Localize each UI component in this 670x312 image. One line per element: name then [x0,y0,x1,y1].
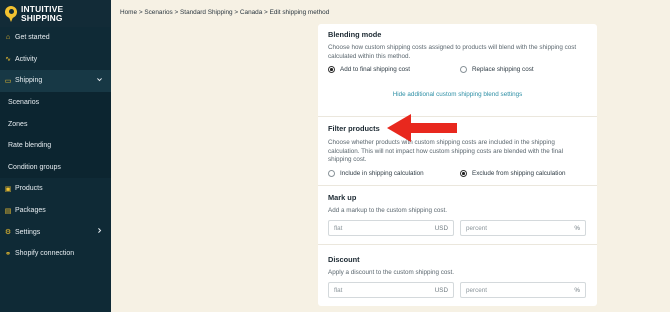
section-title: Discount [328,255,360,264]
sidebar-item-label: Settings [15,228,41,236]
discount-section: Discount Apply a discount to the custom … [328,255,587,278]
section-title: Mark up [328,193,357,202]
truck-icon: ▭ [4,77,12,85]
radio-add-to-final[interactable]: Add to final shipping cost [328,66,411,74]
gear-icon: ⚙ [4,229,12,237]
input-suffix: % [574,286,580,294]
radio-unchecked-icon[interactable] [328,169,335,177]
sidebar-item-products[interactable]: ▣ Products [0,178,111,200]
input-suffix: % [574,224,580,232]
section-description: Apply a discount to the custom shipping … [328,269,455,276]
sidebar-item-label: Products [15,185,43,193]
radio-replace-shipping[interactable]: Replace shipping cost [460,66,534,74]
location-pin-icon [5,5,17,22]
chevron-right-icon [96,227,103,234]
sidebar-item-packages[interactable]: ▤ Packages [0,200,111,222]
home-icon: ⌂ [5,34,11,42]
input-placeholder: percent [466,224,488,232]
sidebar-item-scenarios[interactable]: Scenarios [0,91,111,114]
breadcrumb[interactable]: Home > Scenarios > Standard Shipping > C… [120,9,329,16]
sidebar-item-label: Zones [8,120,28,128]
logo[interactable]: INTUITIVE SHIPPING [0,0,111,27]
divider [318,244,597,245]
input-suffix: USD [434,286,448,294]
sidebar-item-label: Scenarios [8,99,40,107]
markup-section: Mark up Add a markup to the custom shipp… [328,193,587,216]
sidebar-item-shipping[interactable]: ▭ Shipping [0,70,111,92]
sidebar-item-get-started[interactable]: ⌂ Get started [0,27,111,49]
discount-percent-input[interactable]: percent % [460,282,586,298]
red-arrow-annotation-icon [387,114,457,142]
sidebar-item-label: Packages [15,207,46,215]
sidebar-item-rate-blending[interactable]: Rate blending [0,134,111,157]
brand-name: INTUITIVE SHIPPING [21,5,63,22]
radio-exclude-from-calculation[interactable]: Exclude from shipping calculation [460,169,566,177]
radio-unchecked-icon[interactable] [460,66,467,74]
radio-checked-icon[interactable] [328,66,335,74]
sidebar-item-condition-groups[interactable]: Condition groups [0,156,111,179]
sidebar-nav: ⌂ Get started ∿ Activity ▭ Shipping Scen… [0,27,111,265]
sidebar-item-label: Get started [15,34,50,42]
sidebar-item-settings[interactable]: ⚙ Settings [0,221,111,243]
sidebar-item-label: Activity [15,55,38,63]
section-title: Blending mode [328,30,382,39]
discount-flat-input[interactable]: flat USD [328,282,454,298]
section-description: Choose how custom shipping costs assigne… [328,44,577,60]
box-icon: ▣ [4,185,12,193]
input-placeholder: percent [466,286,488,294]
sidebar-item-activity[interactable]: ∿ Activity [0,49,111,71]
radio-label: Exclude from shipping calculation [472,169,566,177]
divider [318,185,597,186]
chevron-down-icon [96,76,103,83]
markup-percent-input[interactable]: percent % [460,220,586,236]
sidebar-item-label: Rate blending [8,142,52,150]
activity-icon: ∿ [5,56,11,64]
brand-line-2: SHIPPING [21,12,63,23]
package-icon: ▤ [4,207,12,215]
input-placeholder: flat [334,286,343,294]
sidebar-item-shopify-connection[interactable]: ⚭ Shopify connection [0,243,111,265]
section-description: Choose whether products with custom ship… [328,139,564,164]
radio-label: Include in shipping calculation [340,169,424,177]
section-description: Add a markup to the custom shipping cost… [328,207,448,214]
radio-checked-icon[interactable] [460,169,467,177]
radio-label: Replace shipping cost [472,66,534,74]
sidebar-item-label: Shipping [15,77,43,85]
link-icon: ⚭ [5,250,11,258]
markup-flat-input[interactable]: flat USD [328,220,454,236]
sidebar-item-zones[interactable]: Zones [0,113,111,135]
blending-mode-section: Blending mode Choose how custom shipping… [328,30,587,98]
sidebar-item-label: Shopify connection [15,250,75,258]
shipping-method-card: Blending mode Choose how custom shipping… [318,24,597,306]
sidebar: INTUITIVE SHIPPING ⌂ Get started ∿ Activ… [0,0,111,312]
sidebar-item-label: Condition groups [8,163,61,171]
radio-label: Add to final shipping cost [340,66,411,74]
input-suffix: USD [434,224,448,232]
radio-include-in-calculation[interactable]: Include in shipping calculation [328,169,424,177]
input-placeholder: flat [334,224,343,232]
hide-blend-settings-link[interactable]: Hide additional custom shipping blend se… [328,91,587,98]
